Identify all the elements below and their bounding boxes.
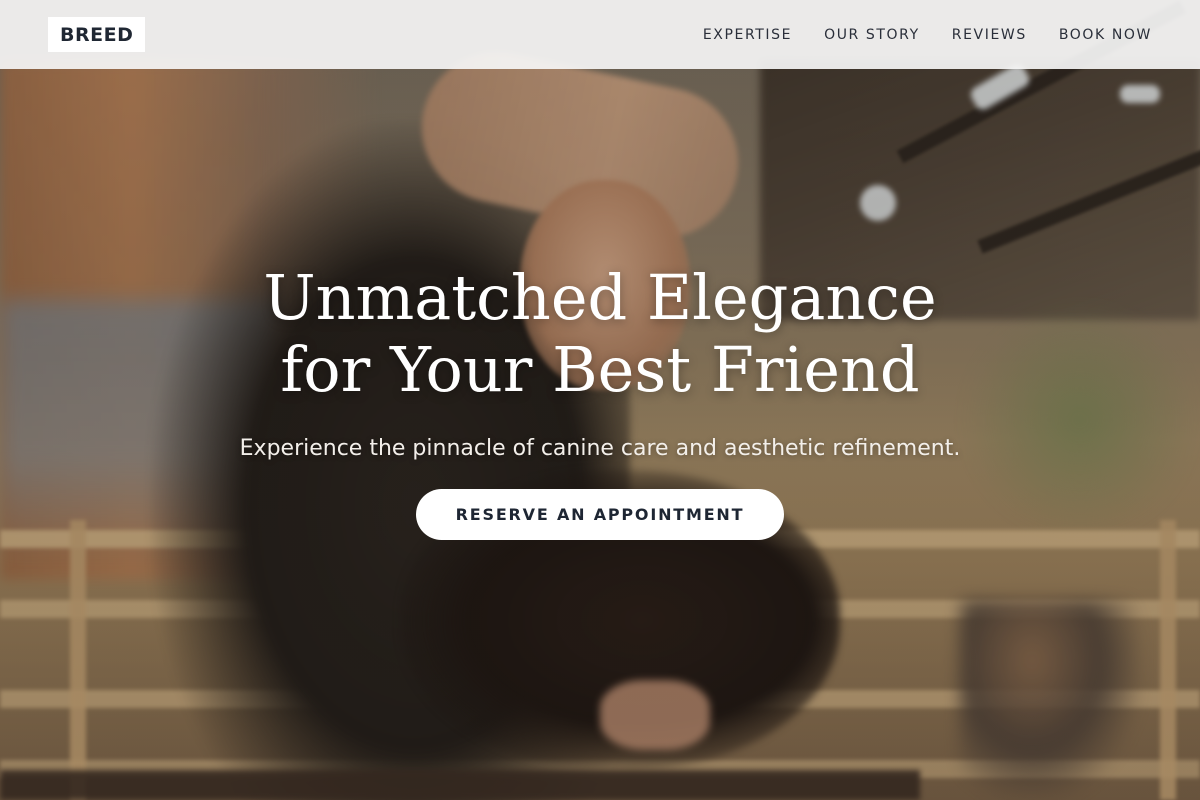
hero-content: Unmatched Elegance for Your Best Friend … — [0, 262, 1200, 540]
nav-link-book-now[interactable]: BOOK NOW — [1059, 27, 1152, 43]
reserve-appointment-button[interactable]: RESERVE AN APPOINTMENT — [415, 489, 785, 540]
hero-subtitle: Experience the pinnacle of canine care a… — [239, 436, 961, 461]
brand-logo[interactable]: BREED — [48, 17, 146, 52]
nav-link-expertise[interactable]: EXPERTISE — [703, 27, 792, 43]
navbar: BREED EXPERTISE OUR STORY REVIEWS BOOK N… — [0, 0, 1200, 69]
nav-link-our-story[interactable]: OUR STORY — [824, 27, 920, 43]
nav-links: EXPERTISE OUR STORY REVIEWS BOOK NOW — [703, 27, 1152, 43]
hero-title: Unmatched Elegance for Your Best Friend — [263, 261, 937, 406]
nav-link-reviews[interactable]: REVIEWS — [952, 27, 1027, 43]
